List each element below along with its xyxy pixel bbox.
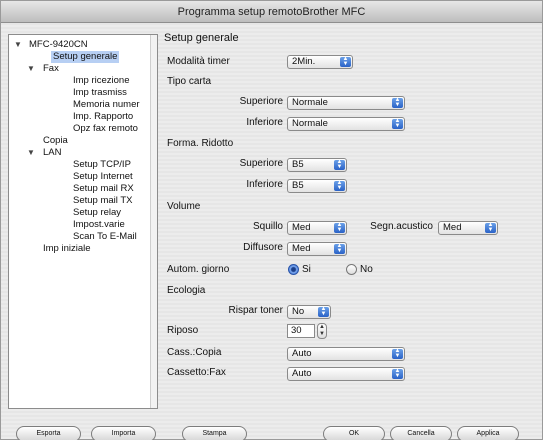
- sleep-field[interactable]: 30: [287, 324, 315, 338]
- toner-save-popup[interactable]: No ▲ ▼: [287, 305, 331, 319]
- popup-arrows-icon: ▲ ▼: [392, 348, 403, 359]
- tree-item-imp-rapporto[interactable]: Imp. Rapporto: [73, 111, 133, 123]
- ring-volume-popup[interactable]: Med ▲ ▼: [287, 221, 347, 235]
- tree-item-memoria-numer[interactable]: Memoria numer: [73, 99, 140, 111]
- beeper-volume-value: Med: [443, 222, 462, 233]
- paper-size-label: Forma. Ridotto: [167, 138, 234, 149]
- auto-daylight-yes-radio[interactable]: [288, 264, 299, 275]
- sleep-stepper[interactable]: ▲ ▼: [317, 323, 327, 339]
- toner-save-value: No: [292, 306, 305, 317]
- popup-arrows-icon: ▲ ▼: [334, 180, 345, 191]
- popup-arrows-icon: ▲ ▼: [318, 306, 329, 317]
- tree-item-copia[interactable]: Copia: [43, 135, 68, 147]
- auto-daylight-label: Autom. giorno: [167, 264, 230, 275]
- paper-size-lower-popup[interactable]: B5 ▲ ▼: [287, 179, 347, 193]
- export-button[interactable]: Esporta: [16, 426, 81, 440]
- import-button[interactable]: Importa: [91, 426, 156, 440]
- popup-arrows-icon: ▲ ▼: [340, 56, 351, 67]
- mode-timer-label: Modalità timer: [167, 56, 230, 67]
- setup-window: Programma setup remotoBrother MFC ▼ MFC-…: [0, 0, 543, 440]
- speaker-volume-value: Med: [292, 243, 311, 254]
- popup-arrows-icon: ▲ ▼: [485, 222, 496, 233]
- popup-arrows-icon: ▲ ▼: [392, 97, 403, 108]
- tray-fax-value: Auto: [292, 368, 312, 379]
- auto-daylight-no-radio[interactable]: [346, 264, 357, 275]
- auto-daylight-yes-label: Si: [302, 264, 311, 275]
- paper-size-upper-value: B5: [292, 159, 304, 170]
- paper-type-lower-value: Normale: [292, 118, 328, 129]
- tray-fax-label: Cassetto:Fax: [167, 367, 226, 378]
- paper-type-lower-label: Inferiore: [246, 117, 283, 128]
- popup-arrows-icon: ▲ ▼: [334, 159, 345, 170]
- volume-label: Volume: [167, 201, 201, 212]
- tree-item-lan[interactable]: LAN: [43, 147, 61, 159]
- ecology-label: Ecologia: [167, 285, 206, 296]
- popup-arrows-icon: ▲ ▼: [392, 368, 403, 379]
- tree-item-imp-trasmiss[interactable]: Imp trasmiss: [73, 87, 127, 99]
- tree-item-setup-tcpip[interactable]: Setup TCP/IP: [73, 159, 131, 171]
- beeper-volume-label: Segn.acustico: [370, 221, 433, 232]
- tray-copy-popup[interactable]: Auto ▲ ▼: [287, 347, 405, 361]
- section-title: Setup generale: [164, 32, 239, 44]
- tree-item-opz-fax-remoto[interactable]: Opz fax remoto: [73, 123, 138, 135]
- speaker-volume-popup[interactable]: Med ▲ ▼: [287, 242, 347, 256]
- paper-size-lower-value: B5: [292, 180, 304, 191]
- paper-size-upper-popup[interactable]: B5 ▲ ▼: [287, 158, 347, 172]
- print-button[interactable]: Stampa: [182, 426, 247, 440]
- sleep-label: Riposo: [167, 325, 199, 336]
- ring-volume-label: Squillo: [252, 221, 283, 232]
- expand-triangle-icon[interactable]: ▼: [14, 39, 22, 51]
- ok-button[interactable]: OK: [323, 426, 385, 440]
- expand-triangle-icon[interactable]: ▼: [27, 63, 35, 75]
- settings-tree[interactable]: ▼ MFC-9420CN Setup generale ▼ Fax Imp ri…: [8, 34, 158, 409]
- paper-size-lower-label: Inferiore: [246, 179, 283, 190]
- tree-scrollbar[interactable]: [150, 35, 157, 408]
- paper-type-upper-popup[interactable]: Normale ▲ ▼: [287, 96, 405, 110]
- paper-type-upper-label: Superiore: [239, 96, 283, 107]
- expand-triangle-icon[interactable]: ▼: [27, 147, 35, 159]
- cancel-button[interactable]: Cancella: [390, 426, 452, 440]
- paper-type-label: Tipo carta: [167, 76, 212, 87]
- ring-volume-value: Med: [292, 222, 311, 233]
- tray-copy-label: Cass.:Copia: [167, 347, 222, 358]
- paper-size-upper-label: Superiore: [239, 158, 283, 169]
- mode-timer-popup[interactable]: 2Min. ▲ ▼: [287, 55, 353, 69]
- paper-type-lower-popup[interactable]: Normale ▲ ▼: [287, 117, 405, 131]
- speaker-volume-label: Diffusore: [243, 242, 283, 253]
- tree-item-scan-to-email[interactable]: Scan To E-Mail: [73, 231, 137, 243]
- tree-item-impost-varie[interactable]: Impost.varie: [73, 219, 125, 231]
- beeper-volume-popup[interactable]: Med ▲ ▼: [438, 221, 498, 235]
- window-title: Programma setup remotoBrother MFC: [1, 1, 542, 23]
- tray-fax-popup[interactable]: Auto ▲ ▼: [287, 367, 405, 381]
- popup-arrows-icon: ▲ ▼: [392, 118, 403, 129]
- tree-item-setup-internet[interactable]: Setup Internet: [73, 171, 133, 183]
- tree-item-setup-generale[interactable]: Setup generale: [51, 51, 120, 63]
- tree-item-setup-relay[interactable]: Setup relay: [73, 207, 121, 219]
- paper-type-upper-value: Normale: [292, 97, 328, 108]
- popup-arrows-icon: ▲ ▼: [334, 243, 345, 254]
- tree-item-imp-ricezione[interactable]: Imp ricezione: [73, 75, 130, 87]
- tree-item-setup-mail-rx[interactable]: Setup mail RX: [73, 183, 134, 195]
- mode-timer-value: 2Min.: [292, 56, 316, 67]
- apply-button[interactable]: Applica: [457, 426, 519, 440]
- tray-copy-value: Auto: [292, 348, 312, 359]
- tree-item-mfc[interactable]: MFC-9420CN: [29, 39, 88, 51]
- tree-item-setup-mail-tx[interactable]: Setup mail TX: [73, 195, 133, 207]
- tree-item-imp-iniziale[interactable]: Imp iniziale: [43, 243, 91, 255]
- tree-item-fax[interactable]: Fax: [43, 63, 59, 75]
- auto-daylight-no-label: No: [360, 264, 373, 275]
- popup-arrows-icon: ▲ ▼: [334, 222, 345, 233]
- toner-save-label: Rispar toner: [228, 305, 283, 316]
